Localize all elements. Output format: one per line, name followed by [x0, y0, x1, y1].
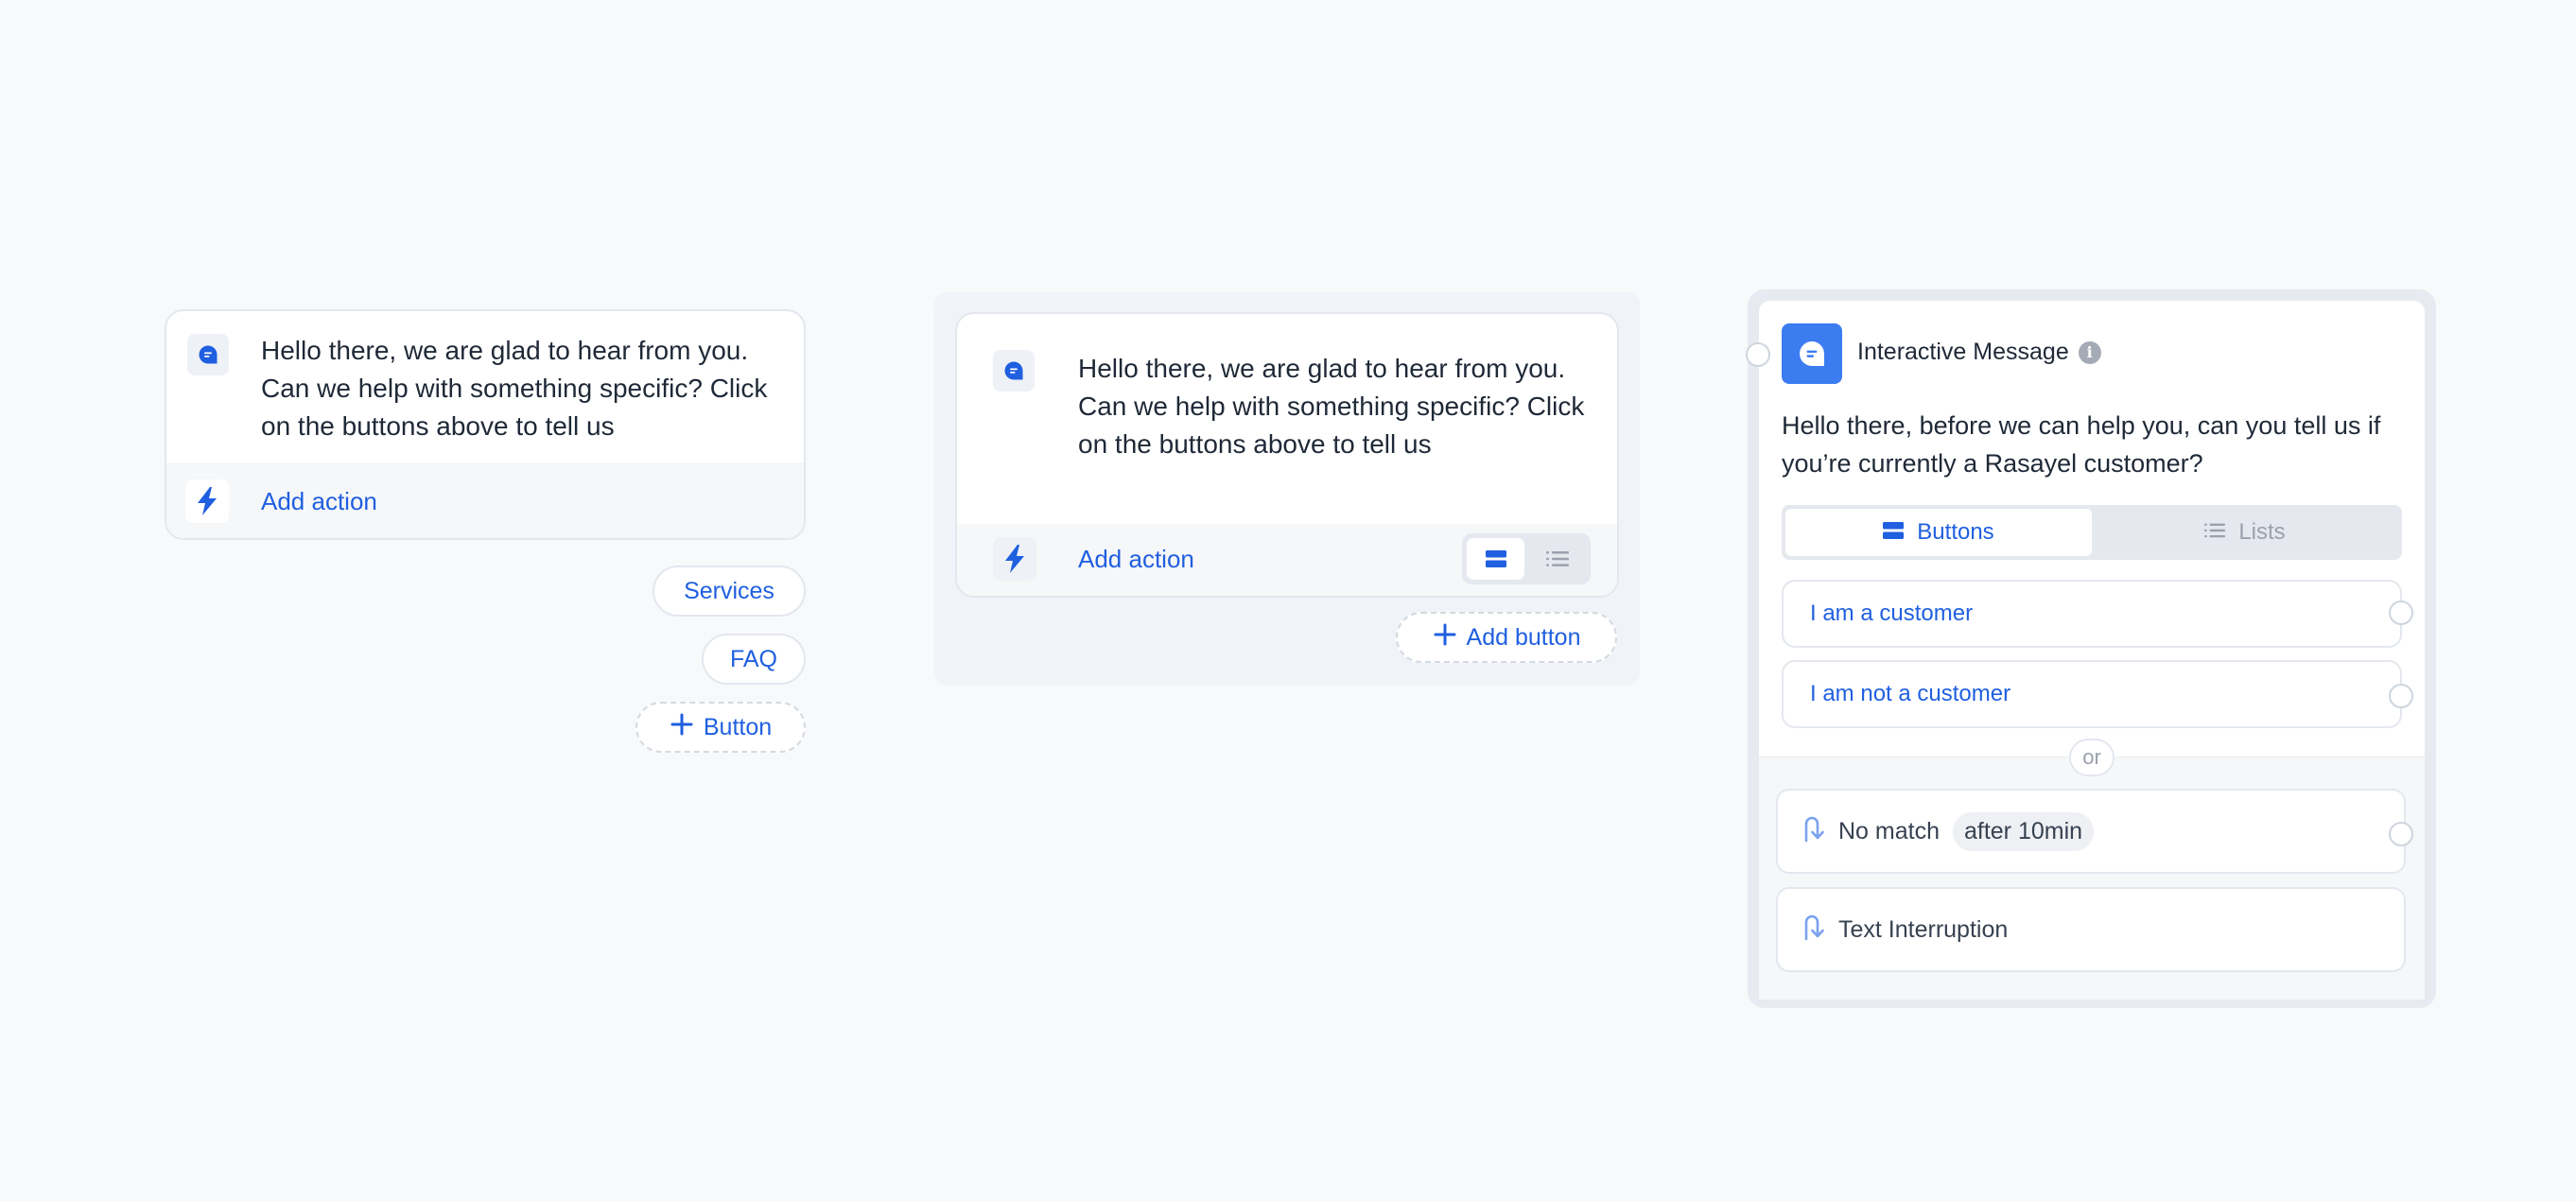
- return-arrow-icon: [1801, 814, 1825, 849]
- chat-bubble-icon: [187, 334, 229, 375]
- info-icon[interactable]: i: [2078, 340, 2101, 364]
- no-match-label: No match: [1838, 817, 1940, 844]
- view-toggle: [1462, 533, 1591, 584]
- no-match-row[interactable]: No match after 10min: [1776, 789, 2406, 874]
- bolt-icon: [993, 537, 1036, 581]
- tab-buttons[interactable]: Buttons: [1785, 509, 2092, 556]
- output-connector-handle[interactable]: [2389, 684, 2413, 708]
- list-view-icon: [2204, 519, 2226, 546]
- input-connector-handle[interactable]: [1746, 342, 1770, 367]
- node-title: Interactive Message i: [1857, 339, 2101, 366]
- text-interruption-row[interactable]: Text Interruption: [1776, 887, 2406, 972]
- output-connector-handle[interactable]: [2389, 600, 2413, 625]
- quick-reply-button[interactable]: Services: [653, 566, 806, 617]
- list-view-icon[interactable]: [1528, 538, 1586, 580]
- action-footer: Add action: [166, 463, 804, 538]
- add-button[interactable]: Button: [635, 702, 806, 753]
- or-divider: or: [2069, 739, 2115, 776]
- output-connector-handle[interactable]: [2389, 822, 2413, 846]
- message-card-editor: Hello there, we are glad to hear from yo…: [955, 312, 1619, 598]
- add-button-label: Button: [703, 713, 773, 740]
- timeout-badge[interactable]: after 10min: [1952, 811, 2095, 851]
- reply-option-button[interactable]: I am a customer: [1782, 580, 2402, 648]
- buttons-view-icon[interactable]: [1467, 538, 1524, 580]
- quick-reply-button[interactable]: FAQ: [702, 634, 806, 685]
- chat-bubble-icon: [993, 350, 1035, 392]
- tab-lists[interactable]: Lists: [2092, 509, 2398, 556]
- action-footer: Add action: [957, 524, 1617, 596]
- reply-option-button[interactable]: I am not a customer: [1782, 660, 2402, 728]
- plus-icon: [1433, 622, 1457, 653]
- bolt-icon: [185, 479, 229, 523]
- text-interruption-label: Text Interruption: [1838, 915, 2009, 943]
- node-title-text: Interactive Message: [1857, 339, 2069, 365]
- chat-bubble-icon: [1782, 323, 1842, 384]
- tab-label: Buttons: [1917, 519, 1994, 545]
- add-action-link[interactable]: Add action: [261, 487, 377, 516]
- add-action-link[interactable]: Add action: [1078, 545, 1194, 574]
- add-button[interactable]: Add button: [1396, 612, 1617, 663]
- message-text[interactable]: Hello there, before we can help you, can…: [1782, 407, 2406, 482]
- message-text[interactable]: Hello there, we are glad to hear from yo…: [1078, 350, 1608, 463]
- add-button-label: Add button: [1466, 623, 1581, 651]
- buttons-view-icon: [1883, 519, 1905, 546]
- return-arrow-icon: [1801, 913, 1825, 948]
- message-card-compact: Hello there, we are glad to hear from yo…: [165, 309, 806, 540]
- tab-label: Lists: [2238, 519, 2286, 545]
- mode-tabs: Buttons Lists: [1782, 505, 2402, 560]
- plus-icon: [670, 712, 694, 743]
- message-text[interactable]: Hello there, we are glad to hear from yo…: [261, 332, 791, 445]
